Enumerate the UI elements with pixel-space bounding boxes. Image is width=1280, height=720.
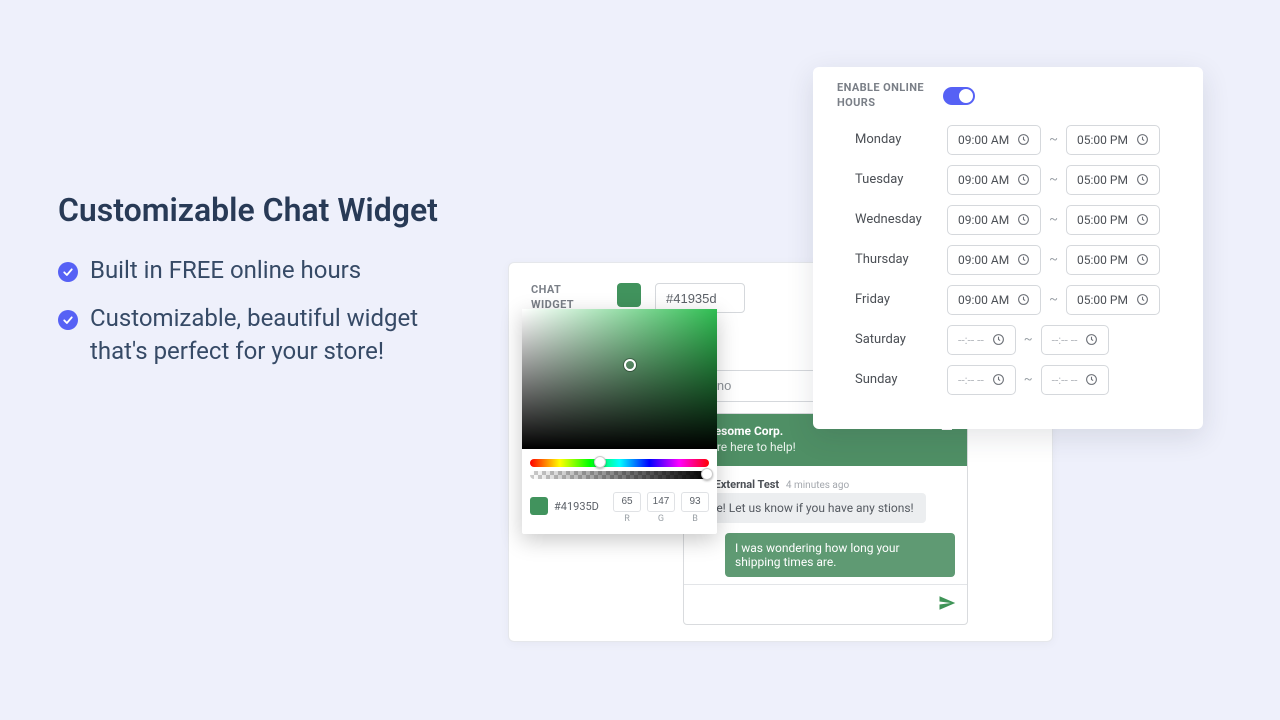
outgoing-message: I was wondering how long your shipping t…	[725, 533, 955, 577]
end-time-input[interactable]: 05:00 PM	[1066, 285, 1160, 315]
end-time-input[interactable]: 05:00 PM	[1066, 245, 1160, 275]
picker-b-input[interactable]	[681, 492, 709, 512]
check-icon	[58, 310, 78, 330]
day-name: Monday	[855, 132, 947, 147]
end-time-input[interactable]: 05:00 PM	[1066, 205, 1160, 235]
day-row: Monday09:00 AM ~05:00 PM	[837, 125, 1179, 155]
feature-item: Built in FREE online hours	[90, 254, 361, 288]
picker-b-label: B	[681, 514, 709, 524]
time-separator: ~	[1049, 212, 1058, 227]
start-time-input[interactable]: --:-- --	[947, 365, 1016, 395]
picker-g-input[interactable]	[647, 492, 675, 512]
end-time-input[interactable]: --:-- --	[1041, 325, 1110, 355]
color-swatch[interactable]	[617, 283, 641, 307]
hue-thumb[interactable]	[594, 456, 606, 468]
day-name: Tuesday	[855, 172, 947, 187]
time-separator: ~	[1049, 132, 1058, 147]
chat-widget-preview: Awesome Corp. We're here to help! – sor …	[683, 413, 968, 625]
hue-slider[interactable]	[530, 459, 709, 467]
message-meta: sor External Test 4 minutes ago	[696, 478, 955, 491]
online-hours-label: ENABLE ONLINE HOURS	[837, 81, 925, 111]
day-row: Sunday--:-- --~--:-- --	[837, 365, 1179, 395]
marketing-copy: Customizable Chat Widget Built in FREE o…	[58, 190, 478, 383]
color-picker-popover: #41935D R G B	[522, 309, 717, 534]
day-row: Thursday09:00 AM ~05:00 PM	[837, 245, 1179, 275]
alpha-slider[interactable]	[530, 471, 709, 479]
start-time-input[interactable]: 09:00 AM	[947, 245, 1041, 275]
day-name: Friday	[855, 292, 947, 307]
day-name: Saturday	[855, 332, 947, 347]
message-timestamp: 4 minutes ago	[786, 480, 849, 491]
start-time-input[interactable]: 09:00 AM	[947, 205, 1041, 235]
alpha-thumb[interactable]	[701, 468, 713, 480]
picker-r-input[interactable]	[613, 492, 641, 512]
time-separator: ~	[1049, 292, 1058, 307]
day-name: Sunday	[855, 372, 947, 387]
feature-item: Customizable, beautiful widget that's pe…	[90, 302, 478, 369]
online-hours-toggle[interactable]	[943, 87, 975, 105]
incoming-message: ere! Let us know if you have any stions!	[696, 493, 926, 523]
day-name: Thursday	[855, 252, 947, 267]
day-row: Friday09:00 AM ~05:00 PM	[837, 285, 1179, 315]
time-separator: ~	[1049, 172, 1058, 187]
start-time-input[interactable]: --:-- --	[947, 325, 1016, 355]
end-time-input[interactable]: 05:00 PM	[1066, 125, 1160, 155]
end-time-input[interactable]: --:-- --	[1041, 365, 1110, 395]
feature-list: Built in FREE online hours Customizable,…	[58, 254, 478, 369]
day-row: Wednesday09:00 AM ~05:00 PM	[837, 205, 1179, 235]
send-icon[interactable]	[937, 594, 957, 616]
time-separator: ~	[1024, 332, 1033, 347]
picker-hex-value: #41935D	[554, 500, 607, 513]
picker-g-label: G	[647, 514, 675, 524]
check-icon	[58, 262, 78, 282]
day-row: Tuesday09:00 AM ~05:00 PM	[837, 165, 1179, 195]
chat-input[interactable]	[694, 598, 929, 612]
day-row: Saturday--:-- --~--:-- --	[837, 325, 1179, 355]
saturation-value-area[interactable]	[522, 309, 717, 449]
end-time-input[interactable]: 05:00 PM	[1066, 165, 1160, 195]
time-separator: ~	[1049, 252, 1058, 267]
day-name: Wednesday	[855, 212, 947, 227]
hours-list: Monday09:00 AM~05:00 PMTuesday09:00 AM~0…	[837, 125, 1179, 395]
picker-r-label: R	[613, 514, 641, 524]
page-title: Customizable Chat Widget	[58, 190, 478, 230]
sv-reticle[interactable]	[624, 359, 636, 371]
start-time-input[interactable]: 09:00 AM	[947, 285, 1041, 315]
start-time-input[interactable]: 09:00 AM	[947, 125, 1041, 155]
time-separator: ~	[1024, 372, 1033, 387]
online-hours-panel: ENABLE ONLINE HOURS Monday09:00 AM~05:00…	[813, 67, 1203, 429]
picker-swatch	[530, 497, 548, 515]
start-time-input[interactable]: 09:00 AM	[947, 165, 1041, 195]
